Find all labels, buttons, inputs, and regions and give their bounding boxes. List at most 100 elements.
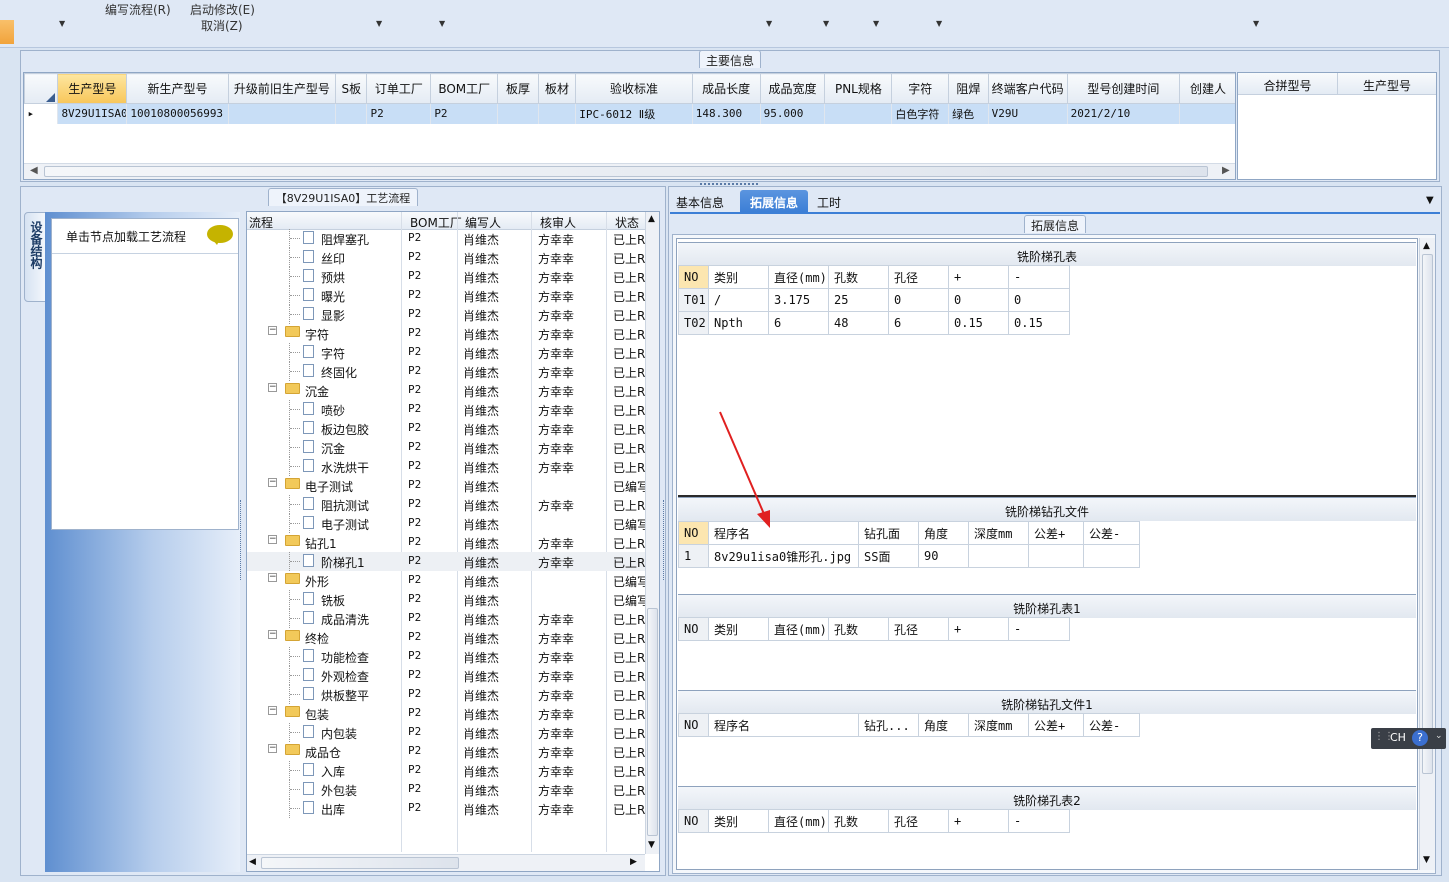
tree-row[interactable]: − 终检 P2 肖维杰 方幸幸 已上R (247, 628, 657, 647)
scroll-left-icon[interactable]: ◀ (249, 857, 256, 867)
grid-cell[interactable]: 绿色 (948, 103, 989, 124)
col-header[interactable]: 生产型号 (57, 73, 128, 104)
tree-row[interactable]: 烘板整平 P2 肖维杰 方幸幸 已上R (247, 685, 657, 704)
table-cell[interactable]: 0.15 (948, 311, 1009, 335)
col-header[interactable]: + (948, 617, 1009, 641)
col-header[interactable]: 孔径 (888, 809, 949, 833)
tree-row[interactable]: 预烘 P2 肖维杰 方幸幸 已上R (247, 267, 657, 286)
grid-cell[interactable]: 10010800056993 (126, 103, 229, 124)
tree-row[interactable]: 终固化 P2 肖维杰 方幸幸 已上R (247, 362, 657, 381)
col-header[interactable]: 终端客户代码 (987, 73, 1068, 104)
collapse-icon[interactable]: − (268, 326, 277, 335)
table-cell[interactable]: 90 (918, 544, 969, 568)
grid-cell[interactable] (824, 103, 893, 124)
col-header[interactable]: PNL规格 (824, 73, 893, 104)
scroll-thumb[interactable] (44, 166, 1208, 177)
table-cell[interactable]: 8v29u1isa0锥形孔.jpg (708, 544, 859, 568)
col-header[interactable]: 公差- (1083, 713, 1140, 737)
horizontal-scrollbar[interactable]: ◀ ▶ (247, 854, 645, 871)
tree-row[interactable]: 喷砂 P2 肖维杰 方幸幸 已上R (247, 400, 657, 419)
dropdown-arrow-icon[interactable]: ▼ (936, 19, 942, 28)
tree-row[interactable]: − 钻孔1 P2 肖维杰 方幸幸 已上R (247, 533, 657, 552)
splitter-handle[interactable] (663, 500, 667, 580)
tree-row[interactable]: 曝光 P2 肖维杰 方幸幸 已上R (247, 286, 657, 305)
table-cell[interactable]: SS面 (858, 544, 919, 568)
grid-cell[interactable]: 95.000 (760, 103, 826, 124)
tree-row[interactable]: 电子测试 P2 肖维杰 已编写 (247, 514, 657, 533)
vertical-scrollbar[interactable]: ▲ ▼ (645, 212, 659, 854)
col-header[interactable]: 板厚 (497, 73, 539, 104)
table-cell[interactable]: 0.15 (1008, 311, 1070, 335)
table-cell[interactable]: 1 (678, 544, 709, 568)
table-cell[interactable]: Npth (708, 311, 769, 335)
tree-row[interactable]: − 字符 P2 肖维杰 方幸幸 已上R (247, 324, 657, 343)
dropdown-arrow-icon[interactable]: ▼ (59, 19, 65, 28)
table-row[interactable]: 1 8v29u1isa0锥形孔.jpg SS面 90 (678, 544, 1140, 568)
table-cell[interactable]: T01 (678, 288, 709, 312)
tree-row[interactable]: 沉金 P2 肖维杰 方幸幸 已上R (247, 438, 657, 457)
ime-toolbar[interactable]: ⋮⋮ CH ? ⌄ (1371, 728, 1446, 749)
col-header[interactable]: 类别 (708, 617, 769, 641)
tree-row[interactable]: 入库 P2 肖维杰 方幸幸 已上R (247, 761, 657, 780)
table-row[interactable]: ▸ 8V29U1ISA0 10010800056993 P2 P2 IPC-6012 Ⅱ… (24, 103, 1235, 124)
tree-row[interactable]: 成品清洗 P2 肖维杰 方幸幸 已上R (247, 609, 657, 628)
col-header[interactable]: 成品宽度 (759, 73, 826, 104)
col-header[interactable]: NO (678, 265, 709, 289)
col-header[interactable]: 型号创建时间 (1066, 73, 1181, 104)
col-header[interactable]: 直径(mm) (768, 809, 829, 833)
dropdown-arrow-icon[interactable]: ▼ (823, 19, 829, 28)
col-header[interactable]: 成品长度 (691, 73, 761, 104)
col-header[interactable]: 角度 (918, 521, 969, 545)
col-header[interactable]: 直径(mm) (768, 265, 829, 289)
scroll-right-icon[interactable]: ▶ (1222, 165, 1230, 176)
table-cell[interactable]: 3.175 (768, 288, 829, 312)
scroll-down-icon[interactable]: ▼ (1423, 855, 1430, 865)
tab-menu-icon[interactable]: ▼ (1426, 195, 1434, 206)
col-header[interactable]: 公差+ (1028, 521, 1084, 545)
grid-cell[interactable]: IPC-6012 Ⅱ级 (575, 103, 693, 124)
tree-row[interactable]: 显影 P2 肖维杰 方幸幸 已上R (247, 305, 657, 324)
col-header[interactable]: 类别 (708, 265, 769, 289)
start-edit-menu[interactable]: 启动修改(E) (190, 1, 255, 18)
tree-row[interactable]: − 外形 P2 肖维杰 已编写 (247, 571, 657, 590)
grid-cell[interactable] (1179, 103, 1235, 124)
merge-col-header[interactable]: 合拼型号 (1238, 73, 1338, 95)
tree-row[interactable]: 丝印 P2 肖维杰 方幸幸 已上R (247, 248, 657, 267)
table-cell[interactable] (1083, 544, 1140, 568)
col-header[interactable]: 创建人 (1179, 73, 1235, 104)
col-header[interactable]: - (1008, 617, 1070, 641)
tree-row[interactable]: 阻焊塞孔 P2 肖维杰 方幸幸 已上R (247, 229, 657, 248)
grid-cell[interactable]: P2 (366, 103, 432, 124)
col-header[interactable]: BOM工厂 (430, 73, 499, 104)
col-header[interactable]: 孔径 (888, 617, 949, 641)
col-header[interactable]: NO (678, 713, 709, 737)
splitter-handle[interactable] (240, 500, 245, 580)
scroll-up-icon[interactable]: ▲ (1423, 241, 1430, 251)
col-header[interactable]: 孔数 (828, 809, 889, 833)
scroll-up-icon[interactable]: ▲ (648, 214, 655, 224)
table-cell[interactable]: / (708, 288, 769, 312)
col-header[interactable]: 字符 (891, 73, 950, 104)
col-header[interactable]: + (948, 809, 1009, 833)
tree-row[interactable]: 内包装 P2 肖维杰 方幸幸 已上R (247, 723, 657, 742)
tab-work-hours[interactable]: 工时 (817, 194, 841, 211)
col-header[interactable]: 公差- (1083, 521, 1140, 545)
help-icon[interactable]: ? (1412, 730, 1428, 746)
tree-row[interactable]: 外包装 P2 肖维杰 方幸幸 已上R (247, 780, 657, 799)
tab-basic-info[interactable]: 基本信息 (676, 194, 724, 211)
col-header[interactable]: 钻孔... (858, 713, 919, 737)
tree-row[interactable]: 阶梯孔1 P2 肖维杰 方幸幸 已上R (247, 552, 657, 571)
col-header[interactable]: 孔径 (888, 265, 949, 289)
splitter-handle[interactable] (700, 183, 758, 188)
grid-cell[interactable] (228, 103, 337, 124)
tree-row[interactable]: − 包装 P2 肖维杰 方幸幸 已上R (247, 704, 657, 723)
grid-cell[interactable]: V29U (988, 103, 1068, 124)
col-header[interactable]: 直径(mm) (768, 617, 829, 641)
prod-model-col-header[interactable]: 生产型号 (1338, 73, 1436, 95)
col-header[interactable]: 板材 (537, 73, 577, 104)
grid-corner[interactable] (24, 73, 59, 104)
table-cell[interactable]: 0 (1008, 288, 1070, 312)
tree-row[interactable]: − 沉金 P2 肖维杰 方幸幸 已上R (247, 381, 657, 400)
scroll-down-icon[interactable]: ▼ (648, 840, 655, 850)
col-header[interactable]: NO (678, 617, 709, 641)
